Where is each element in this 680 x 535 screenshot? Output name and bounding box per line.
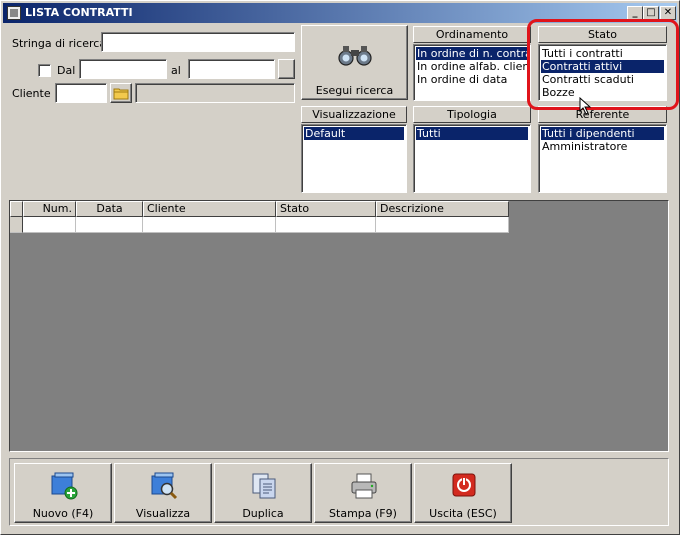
cliente-label: Cliente : xyxy=(12,87,58,100)
binoculars-icon xyxy=(338,46,372,66)
cell-descrizione[interactable] xyxy=(376,217,509,233)
cell-stato[interactable] xyxy=(276,217,376,233)
referente-option[interactable]: Tutti i dipendenti xyxy=(541,127,664,140)
cliente-name-field xyxy=(135,83,295,103)
cell-num[interactable] xyxy=(23,217,76,233)
uscita-label: Uscita (ESC) xyxy=(429,507,497,520)
al-label: al xyxy=(171,64,181,77)
cliente-code-field[interactable] xyxy=(55,83,107,103)
dal-checkbox[interactable] xyxy=(38,64,51,77)
nuovo-label: Nuovo (F4) xyxy=(32,507,94,520)
stampa-button[interactable]: Stampa (F9) xyxy=(314,463,412,523)
nuovo-button[interactable]: Nuovo (F4) xyxy=(14,463,112,523)
visualizzazione-header: Visualizzazione xyxy=(301,106,407,123)
duplica-button[interactable]: Duplica xyxy=(214,463,312,523)
al-date-field[interactable] xyxy=(188,59,275,79)
app-icon xyxy=(7,6,21,20)
ordinamento-option[interactable]: In ordine alfab. cliente xyxy=(416,60,530,73)
dal-date-field[interactable] xyxy=(79,59,167,79)
maximize-button[interactable]: □ xyxy=(643,6,659,20)
main-window: LISTA CONTRATTI _ □ ✕ Stringa di ricerca… xyxy=(0,0,680,535)
annotation-highlight xyxy=(527,19,679,110)
results-grid[interactable]: Num. Data Cliente Stato Descrizione xyxy=(9,200,669,452)
referente-list[interactable]: Tutti i dipendenti Amministratore xyxy=(538,124,667,193)
visualizzazione-list[interactable]: Default xyxy=(301,124,407,193)
search-button[interactable]: Esegui ricerca xyxy=(301,25,408,100)
mouse-cursor-icon xyxy=(579,97,592,115)
visualizza-label: Visualizza xyxy=(135,507,191,520)
duplica-label: Duplica xyxy=(242,507,284,520)
column-header-num[interactable]: Num. xyxy=(23,201,76,217)
column-header-data[interactable]: Data xyxy=(76,201,143,217)
duplicate-icon xyxy=(252,473,276,499)
ordinamento-header: Ordinamento xyxy=(413,26,531,43)
ordinamento-list[interactable]: In ordine di n. contratto In ordine alfa… xyxy=(413,44,531,101)
stampa-label: Stampa (F9) xyxy=(329,507,397,520)
view-document-icon xyxy=(151,472,178,500)
column-header-descrizione[interactable]: Descrizione xyxy=(376,201,509,217)
tipologia-list[interactable]: Tutti xyxy=(413,124,531,193)
cell-cliente[interactable] xyxy=(143,217,276,233)
tipologia-header: Tipologia xyxy=(413,106,531,123)
column-header-stato[interactable]: Stato xyxy=(276,201,376,217)
search-string-label: Stringa di ricerca : xyxy=(12,37,114,50)
referente-option[interactable]: Amministratore xyxy=(541,140,664,153)
cliente-browse-button[interactable] xyxy=(110,83,132,103)
search-button-label: Esegui ricerca xyxy=(315,84,394,97)
column-header-cliente[interactable]: Cliente xyxy=(143,201,276,217)
search-string-input[interactable] xyxy=(101,32,295,52)
window-title: LISTA CONTRATTI xyxy=(25,6,133,19)
close-button[interactable]: ✕ xyxy=(660,6,676,20)
ordinamento-option[interactable]: In ordine di data xyxy=(416,73,528,86)
visualizzazione-option[interactable]: Default xyxy=(304,127,404,140)
row-indicator-header xyxy=(10,201,23,217)
tipologia-option[interactable]: Tutti xyxy=(416,127,528,140)
exit-icon xyxy=(452,473,476,497)
visualizza-button[interactable]: Visualizza xyxy=(114,463,212,523)
row-indicator[interactable] xyxy=(10,217,23,233)
printer-icon xyxy=(351,473,377,499)
date-picker-button[interactable] xyxy=(278,59,295,79)
minimize-button[interactable]: _ xyxy=(627,6,643,20)
folder-icon xyxy=(113,88,129,100)
cell-data[interactable] xyxy=(76,217,143,233)
ordinamento-option[interactable]: In ordine di n. contratto xyxy=(416,47,530,60)
uscita-button[interactable]: Uscita (ESC) xyxy=(414,463,512,523)
dal-label: Dal xyxy=(57,64,76,77)
new-document-icon xyxy=(51,472,78,500)
